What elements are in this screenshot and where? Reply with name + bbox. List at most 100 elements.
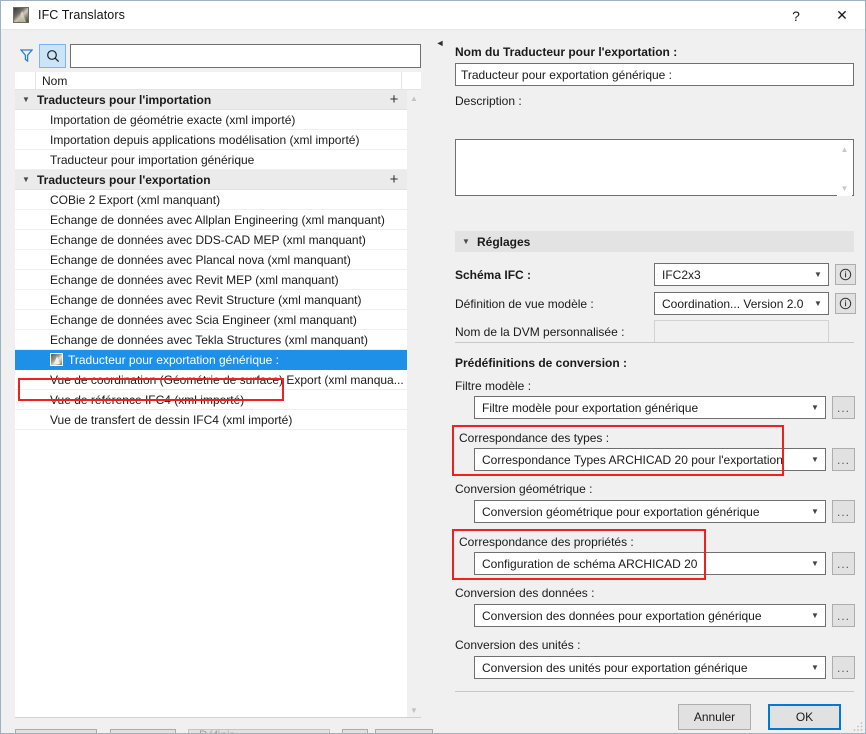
list-item-label: Echange de données avec Allplan Engineer… bbox=[50, 213, 407, 227]
list-group-label: Traducteurs pour l'importation bbox=[37, 93, 381, 107]
collapse-left-icon[interactable]: ◄ bbox=[436, 36, 444, 50]
chevron-down-icon[interactable]: ▼ bbox=[455, 237, 477, 246]
search-input[interactable] bbox=[70, 44, 421, 68]
geometry-conversion-browse-button[interactable]: ... bbox=[832, 500, 855, 523]
add-import-translator-button[interactable]: + bbox=[381, 90, 407, 110]
list-item[interactable]: Vue de coordination (Géométrie de surfac… bbox=[15, 370, 407, 390]
chevron-down-icon[interactable]: ▼ bbox=[805, 611, 825, 620]
list-group-import[interactable]: ▼ Traducteurs pour l'importation + bbox=[15, 90, 407, 110]
chevron-down-icon[interactable]: ▼ bbox=[805, 455, 825, 464]
ifc-schema-info-icon[interactable] bbox=[835, 264, 856, 285]
ifc-schema-label: Schéma IFC : bbox=[455, 268, 531, 282]
description-scrollbar[interactable]: ▲ ▼ bbox=[837, 141, 852, 196]
resize-grip-icon[interactable] bbox=[852, 720, 864, 732]
list-item[interactable]: Echange de données avec Allplan Engineer… bbox=[15, 210, 407, 230]
translator-name-label: Nom du Traducteur pour l'exportation : bbox=[455, 45, 677, 59]
list-item-label: Traducteur pour importation générique bbox=[50, 153, 407, 167]
list-item[interactable]: COBie 2 Export (xml manquant) bbox=[15, 190, 407, 210]
scroll-up-icon[interactable]: ▲ bbox=[407, 90, 421, 106]
cancel-button[interactable]: Annuler bbox=[678, 704, 751, 730]
type-mapping-browse-button[interactable]: ... bbox=[832, 448, 855, 471]
list-item[interactable]: Echange de données avec Tekla Structures… bbox=[15, 330, 407, 350]
scroll-up-icon[interactable]: ▲ bbox=[837, 141, 852, 157]
unit-conversion-label: Conversion des unités : bbox=[455, 638, 580, 652]
translator-name-input[interactable] bbox=[455, 63, 854, 86]
data-conversion-label: Conversion des données : bbox=[455, 586, 594, 600]
list-item-label: Echange de données avec Plancal nova (xm… bbox=[50, 253, 407, 267]
filter-icon[interactable] bbox=[15, 45, 37, 67]
list-item-label: Importation depuis applications modélisa… bbox=[50, 133, 407, 147]
property-mapping-value: Configuration de schéma ARCHICAD 20 bbox=[482, 557, 805, 571]
translator-icon bbox=[50, 353, 63, 366]
conversion-presets-label: Prédéfinitions de conversion : bbox=[455, 356, 627, 370]
list-toolbar bbox=[15, 43, 421, 68]
ok-button[interactable]: OK bbox=[768, 704, 841, 730]
chevron-down-icon[interactable]: ▼ bbox=[15, 90, 37, 110]
data-conversion-browse-button[interactable]: ... bbox=[832, 604, 855, 627]
list-group-label: Traducteurs pour l'exportation bbox=[37, 173, 381, 187]
type-mapping-select[interactable]: Correspondance Types ARCHICAD 20 pour l'… bbox=[474, 448, 826, 471]
list-item[interactable]: Echange de données avec DDS-CAD MEP (xml… bbox=[15, 230, 407, 250]
unit-conversion-browse-button[interactable]: ... bbox=[832, 656, 855, 679]
unit-conversion-select[interactable]: Conversion des unités pour exportation g… bbox=[474, 656, 826, 679]
ifc-schema-select[interactable]: IFC2x3 ▼ bbox=[654, 263, 829, 286]
info-icon[interactable] bbox=[342, 729, 368, 734]
chevron-down-icon[interactable]: ▼ bbox=[805, 507, 825, 516]
model-filter-browse-button[interactable]: ... bbox=[832, 396, 855, 419]
list-item-selected[interactable]: Traducteur pour exportation générique : bbox=[15, 350, 407, 370]
mvd-label: Définition de vue modèle : bbox=[455, 297, 594, 311]
list-item-label: Echange de données avec Tekla Structures… bbox=[50, 333, 407, 347]
window-title: IFC Translators bbox=[38, 8, 125, 22]
list-item-label: Echange de données avec DDS-CAD MEP (xml… bbox=[50, 233, 407, 247]
list-item[interactable]: Traducteur pour importation générique bbox=[15, 150, 407, 170]
property-mapping-browse-button[interactable]: ... bbox=[832, 552, 855, 575]
chevron-down-icon[interactable]: ▼ bbox=[805, 559, 825, 568]
list-item[interactable]: Echange de données avec Scia Engineer (x… bbox=[15, 310, 407, 330]
column-header-spacer bbox=[15, 72, 36, 90]
titlebar: IFC Translators ? ✕ bbox=[1, 1, 865, 30]
property-mapping-select[interactable]: Configuration de schéma ARCHICAD 20 ▼ bbox=[474, 552, 826, 575]
close-button[interactable]: ✕ bbox=[819, 1, 865, 30]
mvd-select[interactable]: Coordination... Version 2.0 ▼ bbox=[654, 292, 829, 315]
list-item[interactable]: Vue de transfert de dessin IFC4 (xml imp… bbox=[15, 410, 407, 430]
chevron-down-icon[interactable]: ▼ bbox=[805, 663, 825, 672]
custom-mvd-input[interactable] bbox=[654, 320, 829, 343]
scroll-down-icon[interactable]: ▼ bbox=[837, 180, 852, 196]
chevron-down-icon[interactable]: ▼ bbox=[805, 403, 825, 412]
set-preview-button[interactable]: Définir prévisualisation bbox=[188, 729, 330, 734]
settings-section-header[interactable]: ▼ Réglages bbox=[455, 231, 854, 252]
mvd-info-icon[interactable] bbox=[835, 293, 856, 314]
column-header-name: Nom bbox=[36, 74, 401, 88]
list-group-export[interactable]: ▼ Traducteurs pour l'exportation + bbox=[15, 170, 407, 190]
list-column-header: Nom bbox=[15, 72, 421, 90]
import-file-icon[interactable] bbox=[375, 729, 433, 734]
list-item-label: Vue de coordination (Géométrie de surfac… bbox=[50, 373, 407, 387]
list-item[interactable]: Echange de données avec Plancal nova (xm… bbox=[15, 250, 407, 270]
list-scrollbar[interactable]: ▲ ▼ bbox=[407, 90, 421, 718]
chevron-down-icon[interactable]: ▼ bbox=[808, 299, 828, 308]
search-icon[interactable] bbox=[39, 44, 66, 68]
add-export-translator-button[interactable]: + bbox=[381, 170, 407, 190]
data-conversion-select[interactable]: Conversion des données pour exportation … bbox=[474, 604, 826, 627]
panel-splitter[interactable]: ◄ bbox=[434, 30, 446, 734]
custom-mvd-label: Nom de la DVM personnalisée : bbox=[455, 325, 624, 339]
chevron-down-icon[interactable]: ▼ bbox=[808, 270, 828, 279]
ifc-translators-dialog: IFC Translators ? ✕ Nom bbox=[0, 0, 866, 734]
translators-list: ▼ Traducteurs pour l'importation + Impor… bbox=[15, 90, 421, 718]
scroll-down-icon[interactable]: ▼ bbox=[407, 702, 421, 718]
new-button[interactable]: Nouveau... bbox=[15, 729, 97, 734]
ifc-schema-value: IFC2x3 bbox=[662, 268, 808, 282]
list-item[interactable]: Echange de données avec Revit Structure … bbox=[15, 290, 407, 310]
list-item[interactable]: Importation depuis applications modélisa… bbox=[15, 130, 407, 150]
description-textarea[interactable]: ▲ ▼ bbox=[455, 139, 854, 196]
geometry-conversion-select[interactable]: Conversion géométrique pour exportation … bbox=[474, 500, 826, 523]
list-item[interactable]: Importation de géométrie exacte (xml imp… bbox=[15, 110, 407, 130]
help-button[interactable]: ? bbox=[773, 1, 819, 30]
list-item[interactable]: Echange de données avec Revit MEP (xml m… bbox=[15, 270, 407, 290]
clear-button[interactable]: Effacer bbox=[110, 729, 176, 734]
list-item-label: COBie 2 Export (xml manquant) bbox=[50, 193, 407, 207]
list-item[interactable]: Vue de référence IFC4 (xml importé) bbox=[15, 390, 407, 410]
chevron-down-icon[interactable]: ▼ bbox=[15, 170, 37, 190]
model-filter-select[interactable]: Filtre modèle pour exportation générique… bbox=[474, 396, 826, 419]
data-conversion-value: Conversion des données pour exportation … bbox=[482, 609, 805, 623]
